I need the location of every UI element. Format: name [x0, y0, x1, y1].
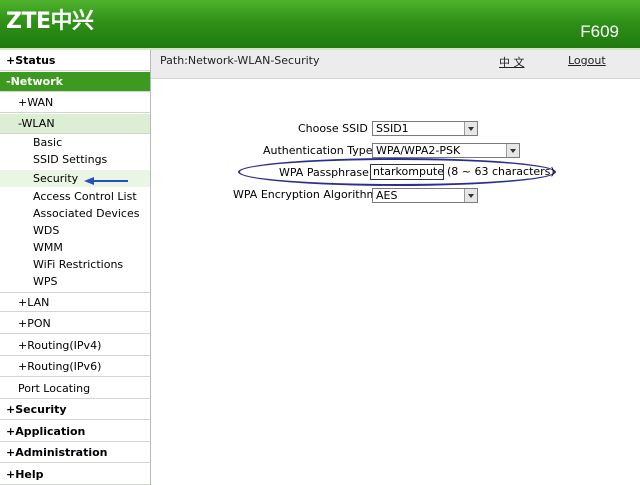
plus-icon: + — [6, 54, 16, 67]
sidebar-item-basic[interactable]: Basic — [0, 134, 150, 151]
choose-ssid-select[interactable]: SSID1 — [372, 121, 478, 136]
sidebar-item-wps[interactable]: WPS — [0, 273, 150, 290]
sidebar-item-lan[interactable]: +LAN — [0, 292, 150, 312]
logout-link[interactable]: Logout — [568, 54, 606, 67]
wpa-passphrase-input[interactable]: ntarkomputer — [370, 164, 444, 180]
sidebar-item-wlan[interactable]: -WLAN — [0, 114, 150, 134]
encryption-algorithm-select[interactable]: AES — [372, 188, 478, 203]
header-banner: ZTE中兴 F609 — [0, 0, 640, 48]
sidebar-item-pon[interactable]: +PON — [0, 314, 150, 334]
sidebar-item-security[interactable]: +Security — [0, 400, 150, 420]
sidebar-item-administration[interactable]: +Administration — [0, 443, 150, 463]
breadcrumb: Path:Network-WLAN-Security — [160, 54, 320, 67]
sidebar-item-routing-ipv4[interactable]: +Routing(IPv4) — [0, 336, 150, 356]
chevron-down-icon — [464, 122, 477, 135]
sidebar-item-network[interactable]: -Network — [0, 72, 150, 92]
sidebar-item-application[interactable]: +Application — [0, 422, 150, 442]
pointer-arrow-icon — [84, 177, 128, 185]
sidebar-menu: +Status -Network +WAN -WLAN Basic SSID S… — [0, 50, 151, 485]
sidebar-item-status[interactable]: +Status — [0, 51, 150, 71]
wpa-passphrase-label: WPA Passphrase — [279, 166, 369, 179]
plus-icon: + — [6, 446, 16, 459]
language-link[interactable]: 中 文 — [499, 54, 525, 70]
sidebar-item-wds[interactable]: WDS — [0, 222, 150, 239]
plus-icon: + — [18, 96, 28, 109]
chevron-down-icon — [464, 189, 477, 202]
encryption-algorithm-label: WPA Encryption Algorithm — [233, 188, 378, 201]
model-name: F609 — [580, 22, 619, 41]
plus-icon: + — [18, 296, 28, 309]
sidebar-item-ssid-settings[interactable]: SSID Settings — [0, 151, 150, 168]
sidebar-item-associated-devices[interactable]: Associated Devices — [0, 205, 150, 222]
plus-icon: + — [6, 468, 16, 481]
sidebar-item-wifi-restrictions[interactable]: WiFi Restrictions — [0, 256, 150, 273]
choose-ssid-label: Choose SSID — [298, 122, 368, 135]
path-bar: Path:Network-WLAN-Security 中 文 Logout — [151, 50, 640, 79]
sidebar-item-wmm[interactable]: WMM — [0, 239, 150, 256]
plus-icon: + — [6, 425, 16, 438]
sidebar-item-wan[interactable]: +WAN — [0, 93, 150, 113]
authentication-type-select[interactable]: WPA/WPA2-PSK — [372, 143, 520, 158]
chevron-down-icon — [506, 144, 519, 157]
plus-icon: + — [18, 360, 28, 373]
passphrase-hint: (8 ~ 63 characters) — [447, 165, 555, 178]
zte-logo: ZTE中兴 — [6, 9, 94, 34]
sidebar-item-help[interactable]: +Help — [0, 465, 150, 485]
plus-icon: + — [18, 317, 28, 330]
sidebar-item-port-locating[interactable]: Port Locating — [0, 379, 150, 399]
authentication-type-label: Authentication Type — [263, 144, 373, 157]
plus-icon: + — [6, 403, 16, 416]
sidebar-item-access-control-list[interactable]: Access Control List — [0, 188, 150, 205]
plus-icon: + — [18, 339, 28, 352]
sidebar-item-routing-ipv6[interactable]: +Routing(IPv6) — [0, 357, 150, 377]
